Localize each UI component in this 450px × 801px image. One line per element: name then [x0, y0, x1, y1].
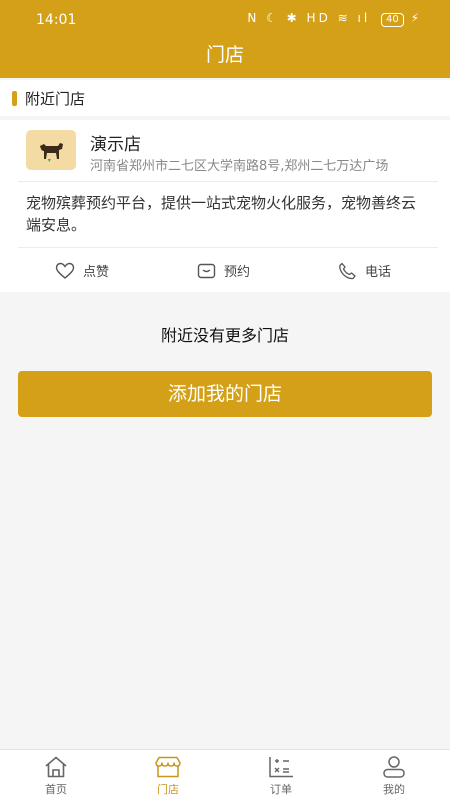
book-button[interactable]: 预约 — [197, 261, 250, 280]
tab-label: 首页 — [45, 783, 67, 796]
divider — [18, 181, 438, 182]
divider — [18, 247, 438, 248]
dog-icon — [40, 143, 63, 162]
store-actions: 点赞 预约 电话 — [0, 252, 450, 288]
status-indicators: N ☾ ✱ HD ≋ ıl — [247, 11, 371, 25]
store-address: 河南省郑州市二七区大学南路8号,郑州二七万达广场 — [90, 159, 389, 174]
status-time: 14:01 — [36, 12, 77, 28]
battery-icon: 40 — [381, 13, 404, 27]
like-label: 点赞 — [83, 265, 110, 280]
top-bar: 14:01 N ☾ ✱ HD ≋ ıl 40 ⚡ 门店 — [0, 0, 450, 78]
section-title: 附近门店 — [25, 90, 86, 108]
status-bar: 14:01 N ☾ ✱ HD ≋ ıl 40 ⚡ — [0, 0, 450, 40]
tab-home[interactable]: 首页 — [16, 755, 96, 797]
store-logo[interactable] — [26, 130, 76, 170]
tab-label: 订单 — [270, 783, 292, 796]
heart-icon — [55, 262, 75, 279]
book-label: 预约 — [224, 265, 251, 280]
phone-label: 电话 — [365, 265, 392, 280]
charging-icon: ⚡ — [410, 11, 422, 25]
store-description: 宠物殡葬预约平台，提供一站式宠物火化服务，宠物善终云端安息。 — [26, 194, 417, 234]
bottom-tab-bar: 首页 门店 订单 我的 — [0, 749, 450, 801]
phone-icon — [339, 262, 356, 279]
store-icon — [155, 756, 181, 778]
store-card[interactable]: 演示店 河南省郑州市二七区大学南路8号,郑州二七万达广场 宠物殡葬预约平台，提供… — [0, 120, 450, 292]
tab-orders[interactable]: 订单 — [241, 755, 321, 797]
store-name[interactable]: 演示店 — [90, 130, 141, 155]
home-icon — [45, 756, 67, 778]
tab-label: 门店 — [157, 783, 179, 796]
section-header: 附近门店 — [0, 80, 450, 116]
status-icons: N ☾ ✱ HD ≋ ıl 40 ⚡ — [247, 11, 422, 27]
no-more-stores-text: 附近没有更多门店 — [160, 326, 289, 345]
tab-mine[interactable]: 我的 — [354, 755, 434, 797]
tab-label: 我的 — [383, 783, 405, 796]
calendar-icon — [197, 263, 216, 279]
section-accent-bar — [12, 91, 17, 106]
add-my-store-button[interactable]: 添加我的门店 — [18, 371, 432, 417]
tab-store[interactable]: 门店 — [128, 755, 208, 797]
like-button[interactable]: 点赞 — [55, 261, 109, 280]
page-title: 门店 — [205, 44, 244, 66]
user-icon — [383, 756, 405, 778]
order-icon — [269, 757, 293, 778]
phone-button[interactable]: 电话 — [338, 261, 391, 280]
